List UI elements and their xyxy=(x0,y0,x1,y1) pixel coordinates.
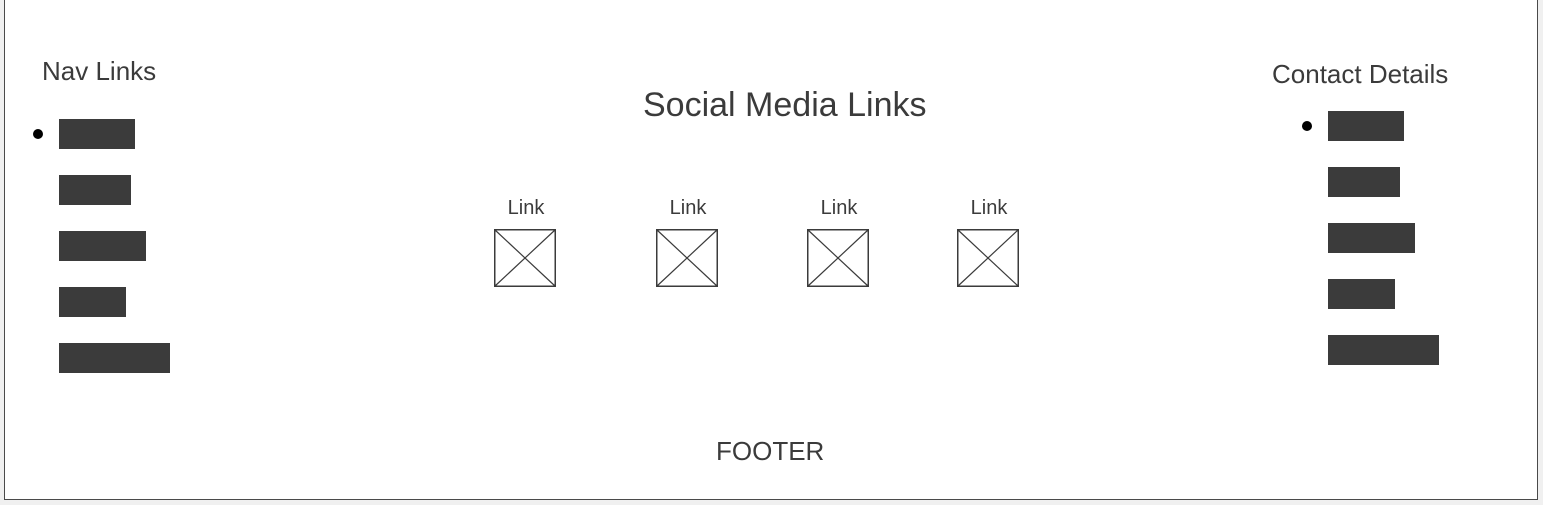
contact-item-placeholder-1 xyxy=(1328,111,1404,141)
nav-link-placeholder-1[interactable] xyxy=(59,119,135,149)
footer-label: FOOTER xyxy=(716,436,825,466)
nav-link-placeholder-5[interactable] xyxy=(59,343,170,373)
image-placeholder-icon[interactable] xyxy=(807,229,869,287)
contact-item-placeholder-5 xyxy=(1328,335,1439,365)
nav-links-heading: Nav Links xyxy=(42,56,157,86)
nav-link-placeholder-2[interactable] xyxy=(59,175,131,205)
nav-list-bullet xyxy=(33,129,43,139)
contact-item-placeholder-2 xyxy=(1328,167,1400,197)
image-placeholder-icon[interactable] xyxy=(957,229,1019,287)
social-link-label-2[interactable]: Link xyxy=(656,197,720,220)
contact-list-bullet xyxy=(1302,121,1312,131)
contact-details-heading: Contact Details xyxy=(1272,59,1449,89)
contact-item-placeholder-4 xyxy=(1328,279,1395,309)
contact-item-placeholder-3 xyxy=(1328,223,1415,253)
image-placeholder-icon[interactable] xyxy=(494,229,556,287)
image-placeholder-icon[interactable] xyxy=(656,229,718,287)
nav-link-placeholder-4[interactable] xyxy=(59,287,126,317)
social-link-label-4[interactable]: Link xyxy=(957,197,1021,220)
social-media-heading: Social Media Links xyxy=(643,86,927,124)
nav-link-placeholder-3[interactable] xyxy=(59,231,146,261)
social-link-label-1[interactable]: Link xyxy=(494,197,558,220)
social-link-label-3[interactable]: Link xyxy=(807,197,871,220)
